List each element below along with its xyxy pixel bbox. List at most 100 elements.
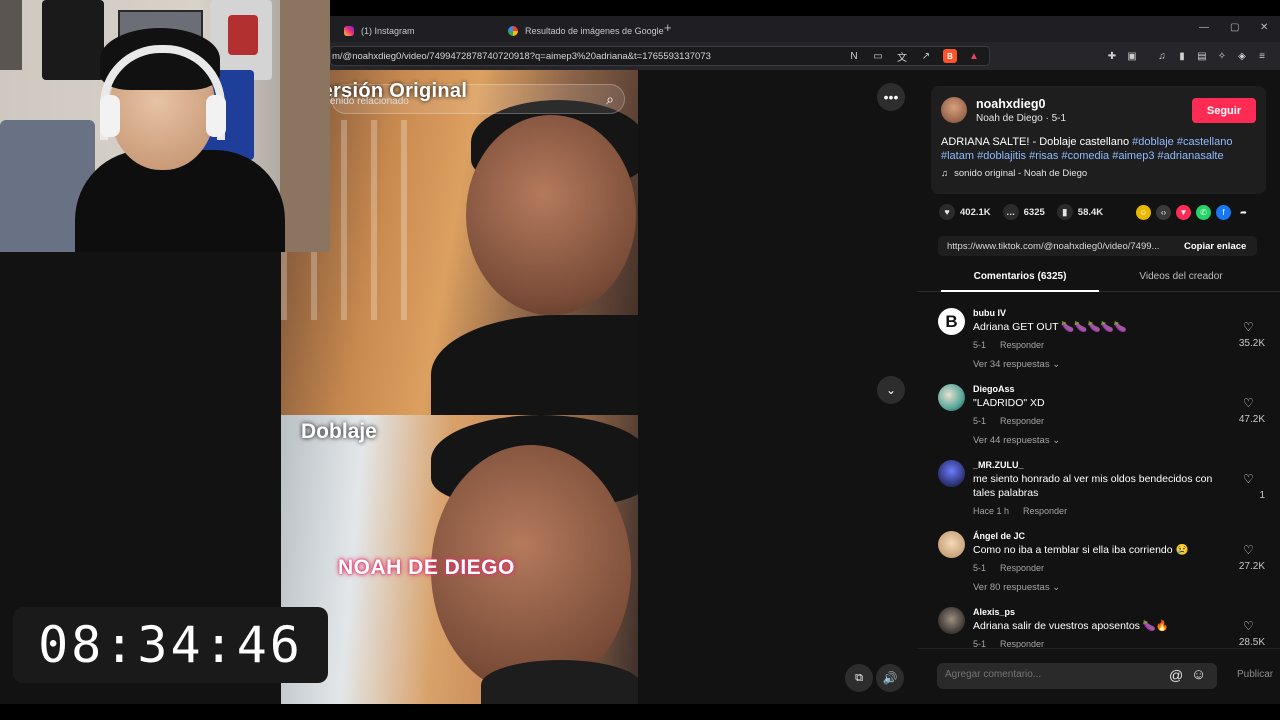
leo-ai-icon[interactable]: ✧ <box>1215 49 1229 63</box>
comment-like-count: 47.2K <box>1238 414 1265 425</box>
send-icon[interactable]: ▼ <box>1176 205 1191 220</box>
url-box[interactable]: m/@noahxdieg0/video/7499472878740720918?… <box>330 46 990 66</box>
comment-stat[interactable]: … 6325 <box>1002 204 1045 220</box>
video-link[interactable]: https://www.tiktok.com/@noahxdieg0/video… <box>938 241 1174 252</box>
stream-timer: 08:34:46 <box>13 607 328 683</box>
avatar[interactable] <box>938 607 965 634</box>
mention-icon[interactable]: @ <box>1169 667 1183 683</box>
hashtag[interactable]: #doblaje <box>1132 136 1174 148</box>
comment-like-count: 1 <box>1259 490 1265 501</box>
maximize-button[interactable]: ▢ <box>1230 22 1239 33</box>
avatar[interactable] <box>938 531 965 558</box>
reply-link[interactable]: Responder <box>1000 639 1044 648</box>
hashtag[interactable]: #comedia <box>1061 150 1109 162</box>
comment-composer: @ ☺ Publicar <box>917 648 1280 704</box>
bookmark-icon[interactable]: ▮ <box>1056 204 1073 220</box>
tab-google-images[interactable]: Resultado de imágenes de Google <box>498 19 664 42</box>
share-arrow-icon[interactable]: ➦ <box>1236 205 1251 220</box>
embed-icon[interactable]: ‹› <box>1156 205 1171 220</box>
translate-icon[interactable]: 文 <box>895 49 909 64</box>
comment-meta: Hace 1 h Responder <box>973 506 1067 516</box>
avatar[interactable] <box>938 384 965 411</box>
volume-button[interactable]: 🔊 <box>876 664 904 692</box>
reply-link[interactable]: Responder <box>1023 506 1067 516</box>
wall-frame <box>0 0 22 70</box>
copy-link-button[interactable]: Copiar enlace <box>1174 241 1246 252</box>
overlay-dub-text: Doblaje <box>301 420 377 443</box>
publish-button[interactable]: Publicar <box>1237 669 1273 680</box>
heart-icon[interactable]: ♡ <box>1243 396 1254 410</box>
hashtag[interactable]: #aimep3 <box>1112 150 1154 162</box>
heart-icon[interactable]: ♡ <box>1243 472 1254 486</box>
next-video-button[interactable]: ⌄ <box>877 376 905 404</box>
author-username[interactable]: noahxdieg0 <box>976 97 1045 111</box>
heart-icon[interactable]: ♡ <box>1243 619 1254 633</box>
heart-icon[interactable]: ♡ <box>1243 543 1254 557</box>
comment-box[interactable]: @ ☺ <box>937 663 1217 689</box>
vpn-icon[interactable]: ◈ <box>1235 49 1249 63</box>
comment-meta: 5-1 Responder <box>973 639 1044 648</box>
jersey-black <box>42 0 104 80</box>
reply-link[interactable]: Responder <box>1000 340 1044 350</box>
comment-icon[interactable]: … <box>1002 204 1019 220</box>
close-window-button[interactable]: ✕ <box>1260 22 1268 33</box>
comment-username[interactable]: Ángel de JC <box>973 531 1025 541</box>
hashtag[interactable]: #castellano <box>1177 136 1233 148</box>
avatar[interactable] <box>938 460 965 487</box>
heart-icon[interactable]: ♥ <box>939 204 955 220</box>
more-options-button[interactable]: ••• <box>877 83 905 111</box>
share-icon[interactable]: ↗ <box>919 49 933 63</box>
comment-username[interactable]: bubu IV <box>973 308 1006 318</box>
view-replies-link[interactable]: Ver 80 respuestas ⌄ <box>973 582 1060 593</box>
comment-date: 5-1 <box>973 340 987 350</box>
comment-username[interactable]: DiegoAss <box>973 384 1015 394</box>
facebook-icon[interactable]: f <box>1216 205 1231 220</box>
hashtag[interactable]: #risas <box>1029 150 1058 162</box>
new-tab-button[interactable]: + <box>664 20 672 35</box>
video-sidebar: noahxdieg0 Noah de Diego · 5-1 Seguir AD… <box>917 70 1280 704</box>
emoji-icon[interactable]: ☺ <box>1191 666 1206 683</box>
avatar[interactable]: B <box>938 308 965 335</box>
sidebar-icon[interactable]: ▮ <box>1175 49 1189 63</box>
avatar[interactable] <box>941 97 967 123</box>
music-icon[interactable]: ♫ <box>1155 49 1169 63</box>
sound-name[interactable]: sonido original - Noah de Diego <box>954 168 1087 179</box>
reader-icon[interactable]: ▣ <box>1125 49 1139 63</box>
comment-username[interactable]: Alexis_ps <box>973 607 1015 617</box>
share-row: ☺ ‹› ▼ ✆ f ➦ <box>1136 205 1251 220</box>
view-replies-link[interactable]: Ver 34 respuestas ⌄ <box>973 359 1060 370</box>
wallet-icon[interactable]: ▤ <box>1195 49 1209 63</box>
minimize-button[interactable]: — <box>1199 22 1209 33</box>
follow-button[interactable]: Seguir <box>1192 98 1256 123</box>
url-text[interactable]: m/@noahxdieg0/video/7499472878740720918?… <box>332 51 842 62</box>
save-stat[interactable]: ▮ 58.4K <box>1056 204 1103 220</box>
menu-icon[interactable]: ≡ <box>1255 49 1269 63</box>
hashtag[interactable]: #latam <box>941 150 974 162</box>
reply-link[interactable]: Responder <box>1000 563 1044 573</box>
tab-creator-videos[interactable]: Videos del creador <box>1102 271 1260 282</box>
video-player[interactable]: ⌕ Versión Original contenido relacionado… <box>281 70 638 704</box>
tab-instagram[interactable]: (1) Instagram <box>334 19 492 42</box>
google-icon <box>508 25 518 36</box>
tab-comments[interactable]: Comentarios (6325) <box>941 271 1099 292</box>
like-stat[interactable]: ♥ 402.1K <box>939 204 991 220</box>
brave-shield-icon[interactable]: B <box>943 49 957 63</box>
comment-username[interactable]: _MR.ZULU_ <box>973 460 1024 470</box>
reply-link[interactable]: Responder <box>1000 416 1044 426</box>
sound-row[interactable]: ♫ sonido original - Noah de Diego <box>941 168 1087 179</box>
comment-input[interactable] <box>945 669 1155 680</box>
friends-icon[interactable]: ☺ <box>1136 205 1151 220</box>
extensions-icon[interactable]: ✚ <box>1105 49 1119 63</box>
comment-count: 6325 <box>1023 206 1045 218</box>
view-replies-link[interactable]: Ver 44 respuestas ⌄ <box>973 435 1060 446</box>
search-icon[interactable]: ⌕ <box>606 91 614 108</box>
cast-icon[interactable]: ▭ <box>871 49 885 63</box>
pip-button[interactable]: ⧉ <box>845 664 873 692</box>
brave-rewards-icon[interactable]: ▲ <box>967 49 981 63</box>
hashtag[interactable]: #doblajitis <box>977 150 1026 162</box>
heart-icon[interactable]: ♡ <box>1243 320 1254 334</box>
no-translate-icon[interactable]: N <box>847 49 861 63</box>
headset-ear-left <box>100 95 120 137</box>
whatsapp-icon[interactable]: ✆ <box>1196 205 1211 220</box>
hashtag[interactable]: #adrianasalte <box>1158 150 1224 162</box>
